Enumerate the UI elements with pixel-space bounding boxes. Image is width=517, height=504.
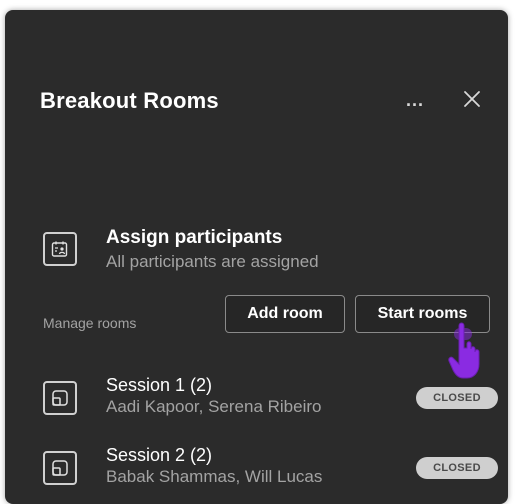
close-icon <box>464 91 480 107</box>
room-icon <box>43 381 77 415</box>
room-status-badge: CLOSED <box>416 457 498 479</box>
room-item-session-2[interactable]: Session 2 (2) Babak Shammas, Will Lucas … <box>43 443 503 503</box>
assign-participants-title: Assign participants <box>106 227 283 248</box>
hand-pointer-icon <box>448 322 480 379</box>
breakout-rooms-panel: Breakout Rooms ... Assign participants A… <box>5 10 508 504</box>
panel-title: Breakout Rooms <box>40 88 219 113</box>
room-members: Babak Shammas, Will Lucas <box>106 467 323 486</box>
room-name: Session 2 (2) <box>106 445 213 465</box>
add-room-button[interactable]: Add room <box>225 295 345 333</box>
room-icon <box>43 451 77 485</box>
manage-rooms-label: Manage rooms <box>43 315 137 331</box>
assign-participants-status: All participants are assigned <box>106 252 319 271</box>
assign-participants-item[interactable]: Assign participants All participants are… <box>43 224 473 284</box>
room-name: Session 1 (2) <box>106 375 213 395</box>
close-button[interactable] <box>453 80 491 118</box>
room-status-badge: CLOSED <box>416 387 498 409</box>
more-options-button[interactable]: ... <box>395 83 435 117</box>
room-item-session-1[interactable]: Session 1 (2) Aadi Kapoor, Serena Ribeir… <box>43 373 503 433</box>
room-members: Aadi Kapoor, Serena Ribeiro <box>106 397 322 416</box>
assign-participants-icon <box>43 232 77 266</box>
more-options-icon: ... <box>405 89 424 110</box>
